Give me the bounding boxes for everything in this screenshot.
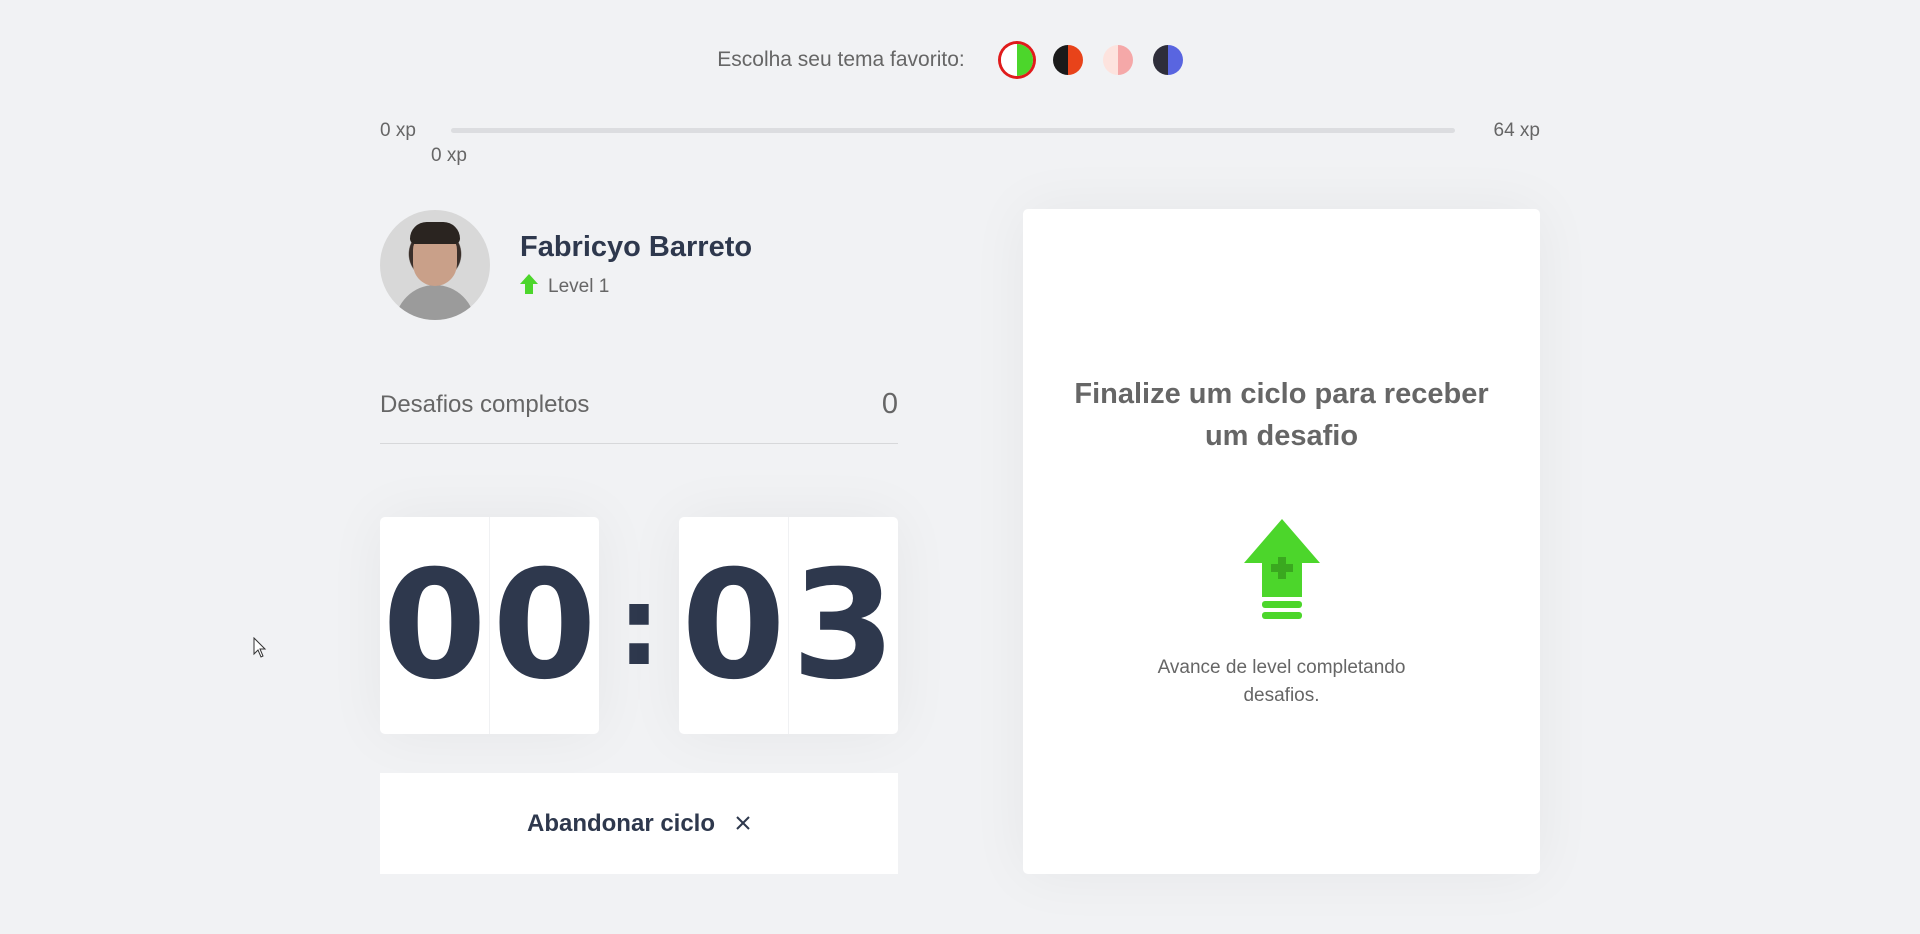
challenge-box: Finalize um ciclo para receber um desafi… bbox=[1023, 209, 1540, 874]
theme-swatch-orange[interactable] bbox=[1052, 45, 1083, 75]
challenge-title: Finalize um ciclo para receber um desafi… bbox=[1074, 378, 1489, 452]
mouse-cursor-icon bbox=[253, 636, 267, 664]
theme-label: Escolha seu tema favorito: bbox=[717, 48, 965, 71]
theme-swatch-green[interactable] bbox=[1000, 44, 1033, 76]
abandon-cycle-label: Abandonar ciclo bbox=[526, 809, 716, 837]
countdown-seconds: 0 3 bbox=[679, 517, 898, 734]
countdown-minutes: 0 0 bbox=[380, 517, 599, 734]
second-digit-1: 0 bbox=[681, 538, 786, 713]
theme-selector: Escolha seu tema favorito: bbox=[0, 44, 1920, 76]
xp-min-label: 0 xp bbox=[380, 120, 416, 141]
avatar-hair bbox=[410, 222, 460, 244]
swatch-half bbox=[1016, 44, 1033, 76]
minute-digit-1: 0 bbox=[382, 538, 487, 713]
experience-bar: 0 xp 0 xp 64 xp bbox=[380, 116, 1540, 166]
profile-level: Level 1 bbox=[520, 273, 752, 300]
swatch-half bbox=[1067, 45, 1083, 75]
challenges-count: 0 bbox=[881, 388, 898, 420]
swatch-half bbox=[1102, 45, 1118, 75]
xp-track bbox=[451, 128, 1455, 133]
abandon-cycle-button[interactable]: Abandonar ciclo bbox=[380, 773, 898, 874]
profile-level-label: Level 1 bbox=[548, 275, 610, 297]
xp-current-label: 0 xp bbox=[431, 145, 467, 166]
xp-max-label: 64 xp bbox=[1493, 120, 1540, 141]
swatch-half bbox=[1117, 45, 1133, 75]
challenge-description: Avance de level completando desafios. bbox=[1157, 657, 1406, 706]
countdown: 0 0 : 0 3 bbox=[380, 517, 898, 734]
level-up-icon bbox=[1243, 519, 1320, 626]
profile-info: Fabricyo Barreto Level 1 bbox=[520, 231, 752, 300]
countdown-separator: : bbox=[617, 561, 661, 690]
challenges-label: Desafios completos bbox=[380, 390, 590, 418]
swatch-half bbox=[1000, 44, 1017, 76]
close-icon bbox=[735, 811, 751, 837]
swatch-half bbox=[1152, 45, 1168, 75]
second-digit-2: 3 bbox=[788, 517, 898, 734]
profile-name: Fabricyo Barreto bbox=[520, 230, 753, 263]
theme-swatch-indigo[interactable] bbox=[1152, 45, 1183, 75]
minute-digit-2: 0 bbox=[489, 517, 599, 734]
avatar bbox=[380, 210, 490, 320]
profile: Fabricyo Barreto Level 1 bbox=[380, 210, 752, 320]
swatch-half bbox=[1167, 45, 1183, 75]
swatch-half bbox=[1052, 45, 1068, 75]
completed-challenges: Desafios completos 0 bbox=[380, 388, 898, 444]
theme-swatch-pink[interactable] bbox=[1102, 45, 1133, 75]
avatar-shirt bbox=[395, 285, 475, 320]
level-up-arrow-icon bbox=[520, 273, 538, 300]
